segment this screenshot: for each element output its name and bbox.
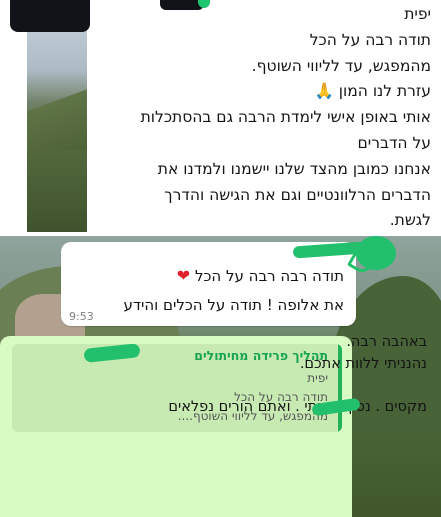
message-line: תודה רבה על הכל [309,30,431,49]
heart-icon: ❤ [176,266,191,285]
top-screenshot: יפית תודה רבה על הכל מהמפגש, עד לליווי ה… [0,0,441,232]
redaction-scribble [83,344,141,363]
incoming-message-line: תודה רבה רבה על הכל ❤ [177,266,344,285]
message-line: אנחנו כמובן מהצד שלנו יישמנו ולמדנו את [157,159,431,178]
message-line: לגשת. [389,211,431,230]
reply-line: נהנניתי ללוות אתכם. [299,356,427,372]
incoming-message-bubble[interactable]: תודה רבה רבה על הכל ❤ את אלופה ! תודה על… [61,241,378,326]
quote-line: יפית [307,371,328,385]
quoted-message[interactable]: תהליך פרידה מחיתולים יפית תודה רבה על הכ… [12,344,342,432]
chat-screenshot: תודה רבה רבה על הכל ❤ את אלופה ! תודה על… [0,236,441,517]
redaction-scribble-avatar [356,236,396,270]
background-photo-strip [27,0,87,232]
message-line: אותי באופן אישי לימדת הרבה גם בהסתכלות [140,108,431,127]
message-line: על הדברים [357,133,432,152]
message-line: עזרת לנו המון 🙏 [314,82,431,101]
incoming-message-line: את אלופה ! תודה על הכלים והידע [123,296,344,314]
mountain-ridge [27,70,87,150]
message-line: מהמפגש, עד לליווי השוטף. [251,56,431,75]
message-timestamp: 9:53 [69,310,94,323]
reply-line: מקסים . נסיך אמיתי . ואתם הורים נפלאים [168,399,427,415]
message-line: הדברים הרלוונטיים וגם את הגישה והדרך [164,185,431,204]
message-text: יפית תודה רבה על הכל מהמפגש, עד לליווי ה… [101,2,431,232]
reply-line: באהבה רבה. [346,334,427,350]
incoming-text: תודה רבה רבה על הכל [194,267,344,285]
message-line: יפית [404,5,431,23]
redaction-badge [10,0,90,32]
